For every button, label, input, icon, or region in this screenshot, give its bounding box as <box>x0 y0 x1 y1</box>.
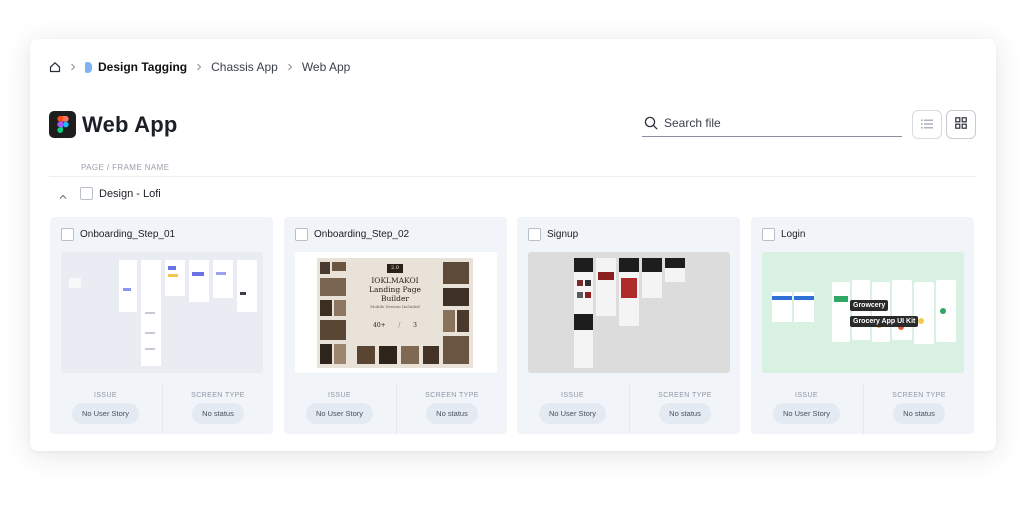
screen-type-pill[interactable]: No status <box>893 403 945 424</box>
search-bar <box>642 110 902 137</box>
breadcrumb-item-design-tagging[interactable]: Design Tagging <box>98 60 187 74</box>
group-label: Design - Lofi <box>99 187 161 200</box>
grid-icon <box>955 116 967 134</box>
frame-card[interactable]: Login Growcery Grocery App UI Kit ISSUE … <box>751 217 974 434</box>
card-header: Onboarding_Step_01 <box>61 228 175 241</box>
list-icon <box>921 116 933 134</box>
card-header: Onboarding_Step_02 <box>295 228 409 241</box>
frame-card[interactable]: Onboarding_Step_01 ISSUE No User Story S… <box>50 217 273 434</box>
search-input[interactable] <box>664 116 884 130</box>
card-checkbox[interactable] <box>528 228 541 241</box>
card-title: Onboarding_Step_01 <box>80 229 176 240</box>
card-footer: ISSUE No User Story SCREEN TYPE No statu… <box>751 383 974 434</box>
card-title: Signup <box>547 229 579 240</box>
issue-column: ISSUE No User Story <box>284 383 395 434</box>
card-footer: ISSUE No User Story SCREEN TYPE No statu… <box>284 383 507 434</box>
breadcrumb: Design Tagging Chassis App Web App <box>49 59 350 75</box>
grid-view-button[interactable] <box>946 110 976 139</box>
list-view-button[interactable] <box>912 110 942 139</box>
landing-line4: Mobile Version Included <box>370 304 420 309</box>
screen-type-column: SCREEN TYPE No status <box>396 383 507 434</box>
screen-type-pill[interactable]: No status <box>192 403 244 424</box>
issue-label: ISSUE <box>327 392 351 399</box>
frame-thumbnail[interactable]: 2.0 IOKLMAKOI Landing Page Builder Mobil… <box>295 252 497 373</box>
landing-line3: Builder <box>381 294 409 303</box>
app-window: Design Tagging Chassis App Web App Web A… <box>30 39 996 451</box>
grocery-tag-1: Growcery <box>850 300 889 311</box>
column-header-page-frame-name: PAGE / FRAME NAME <box>81 163 170 172</box>
landing-stat1: 40+ <box>373 322 386 329</box>
group-checkbox[interactable] <box>80 187 93 200</box>
screen-type-column: SCREEN TYPE No status <box>162 383 273 434</box>
screen-type-label: SCREEN TYPE <box>892 392 946 399</box>
issue-pill[interactable]: No User Story <box>71 403 140 424</box>
card-footer: ISSUE No User Story SCREEN TYPE No statu… <box>517 383 740 434</box>
file-icon <box>85 61 92 73</box>
screen-type-column: SCREEN TYPE No status <box>863 383 974 434</box>
landing-line1: IOKLMAKOI <box>371 276 419 285</box>
issue-pill[interactable]: No User Story <box>538 403 607 424</box>
landing-stat2: 3 <box>413 322 417 329</box>
card-footer: ISSUE No User Story SCREEN TYPE No statu… <box>50 383 273 434</box>
frame-cards: Onboarding_Step_01 ISSUE No User Story S… <box>50 217 974 435</box>
issue-column: ISSUE No User Story <box>751 383 862 434</box>
divider <box>49 176 976 177</box>
chevron-up-icon[interactable] <box>58 189 68 199</box>
grocery-tag-2: Grocery App UI Kit <box>850 316 919 327</box>
breadcrumb-item-chassis-app[interactable]: Chassis App <box>211 60 278 74</box>
issue-column: ISSUE No User Story <box>50 383 161 434</box>
issue-label: ISSUE <box>794 392 818 399</box>
frame-card[interactable]: Signup ISSUE No User Story SCREEN TYPE N… <box>517 217 740 434</box>
screen-type-label: SCREEN TYPE <box>191 392 245 399</box>
page-header: Web App <box>49 111 178 138</box>
chevron-right-icon <box>195 63 203 71</box>
screen-type-pill[interactable]: No status <box>659 403 711 424</box>
issue-label: ISSUE <box>560 392 584 399</box>
card-checkbox[interactable] <box>61 228 74 241</box>
search-icon <box>644 116 658 130</box>
card-header: Signup <box>528 228 578 241</box>
chevron-right-icon <box>69 63 77 71</box>
screen-type-column: SCREEN TYPE No status <box>629 383 740 434</box>
card-title: Login <box>781 229 806 240</box>
issue-pill[interactable]: No User Story <box>772 403 841 424</box>
screen-type-label: SCREEN TYPE <box>425 392 479 399</box>
screen-type-label: SCREEN TYPE <box>658 392 712 399</box>
card-checkbox[interactable] <box>762 228 775 241</box>
frame-thumbnail[interactable] <box>528 252 730 373</box>
landing-page-preview: 2.0 IOKLMAKOI Landing Page Builder Mobil… <box>317 258 473 368</box>
frame-thumbnail[interactable] <box>61 252 263 373</box>
home-icon[interactable] <box>49 61 61 73</box>
frame-card[interactable]: Onboarding_Step_02 2.0 IOKLMAKOI Landing… <box>284 217 507 434</box>
figma-logo-icon <box>49 111 76 138</box>
group-row-design-lofi[interactable]: Design - Lofi <box>58 187 161 200</box>
frame-thumbnail[interactable]: Growcery Grocery App UI Kit <box>762 252 964 373</box>
chevron-right-icon <box>286 63 294 71</box>
issue-label: ISSUE <box>93 392 117 399</box>
landing-line2: Landing Page <box>369 285 421 294</box>
landing-badge: 2.0 <box>387 264 403 273</box>
issue-pill[interactable]: No User Story <box>305 403 374 424</box>
issue-column: ISSUE No User Story <box>517 383 628 434</box>
card-checkbox[interactable] <box>295 228 308 241</box>
breadcrumb-item-web-app[interactable]: Web App <box>302 60 350 74</box>
page-title: Web App <box>82 111 178 137</box>
card-header: Login <box>762 228 805 241</box>
card-title: Onboarding_Step_02 <box>314 229 410 240</box>
screen-type-pill[interactable]: No status <box>426 403 478 424</box>
